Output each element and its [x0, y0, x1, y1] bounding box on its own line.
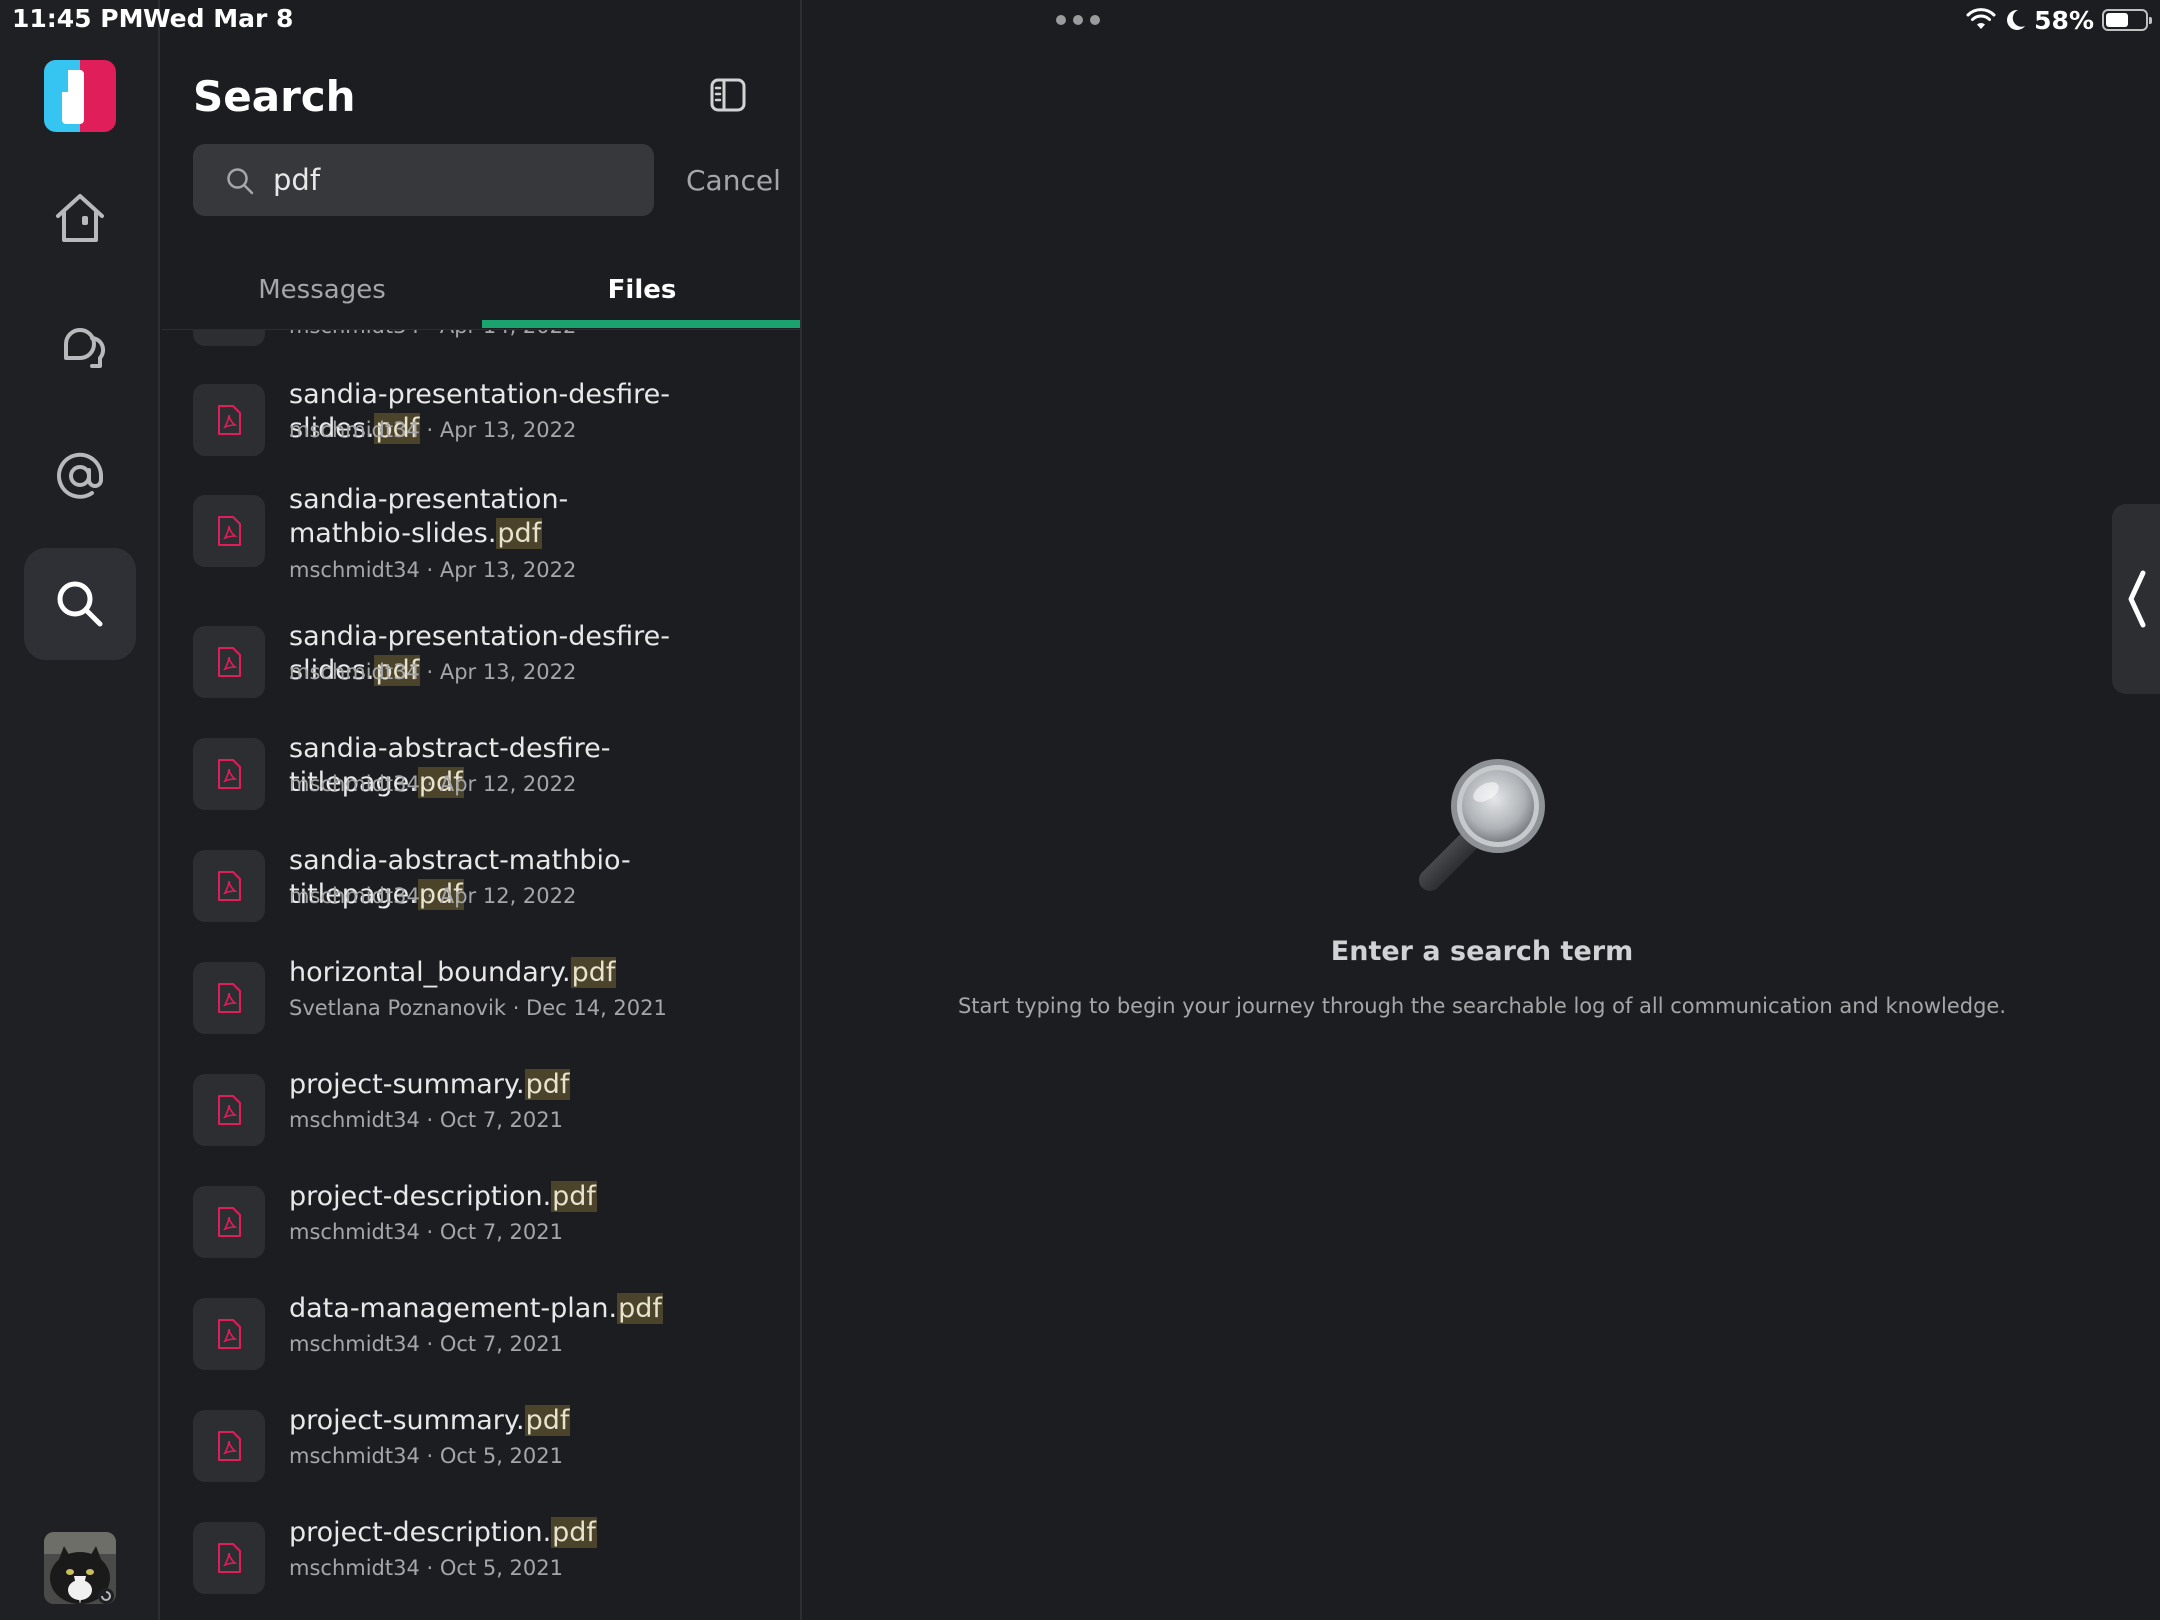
file-name: project-description.pdf — [289, 1516, 779, 1550]
file-meta: mschmidt34 · Apr 12, 2022 — [289, 772, 577, 796]
avatar[interactable] — [44, 1532, 116, 1604]
file-name-base: horizontal_boundary. — [289, 957, 571, 988]
rail-search-button[interactable] — [24, 548, 136, 660]
panel-expand-handle[interactable] — [2112, 504, 2160, 694]
file-meta: mschmidt34 · Oct 5, 2021 — [289, 1556, 563, 1580]
battery-percent: 58% — [2034, 5, 2094, 35]
file-name: project-description.pdf — [289, 1180, 779, 1214]
empty-state-title: Enter a search term — [1330, 936, 1634, 967]
sidebar-toggle-button[interactable] — [710, 78, 746, 112]
search-field[interactable] — [193, 144, 654, 216]
file-meta: mschmidt34 · Oct 5, 2021 — [289, 1444, 563, 1468]
file-name: project-summary.pdf — [289, 1068, 779, 1102]
file-meta: mschmidt34 · Apr 14, 2022 — [289, 330, 576, 338]
rail-mentions-button[interactable] — [24, 420, 136, 532]
tab-files[interactable]: Files — [482, 250, 800, 330]
file-results-list[interactable]: mschmidt34 · Apr 14, 2022 sandia-present… — [162, 330, 800, 1620]
pdf-file-icon — [193, 738, 265, 810]
magnifying-glass-icon — [1419, 759, 1545, 891]
file-meta: mschmidt34 · Oct 7, 2021 — [289, 1108, 563, 1132]
search-input[interactable] — [273, 158, 633, 202]
pdf-file-icon — [193, 1522, 265, 1594]
file-name-match-highlight: pdf — [524, 1405, 571, 1436]
tab-messages[interactable]: Messages — [162, 250, 482, 330]
search-icon — [57, 581, 103, 627]
file-meta: mschmidt34 · Apr 13, 2022 — [289, 558, 577, 582]
file-name-base: project-summary. — [289, 1069, 525, 1100]
main-content: Enter a search term Start typing to begi… — [804, 0, 2160, 1620]
status-date: Wed Mar 8 — [143, 4, 294, 33]
pdf-file-icon — [193, 1298, 265, 1370]
pdf-file-icon — [193, 1410, 265, 1482]
file-name-match-highlight: pdf — [496, 518, 543, 549]
empty-state-description: Start typing to begin your journey throu… — [957, 994, 2007, 1018]
page-title: Search — [193, 72, 356, 121]
file-name-match-highlight: pdf — [570, 957, 617, 988]
status-indicators: 58% — [1966, 4, 2152, 36]
pdf-file-icon — [193, 330, 265, 346]
pdf-file-icon — [193, 1074, 265, 1146]
file-name-base: project-description. — [289, 1517, 552, 1548]
moon-icon — [2007, 9, 2026, 30]
file-name-match-highlight: pdf — [551, 1517, 597, 1548]
file-name-match-highlight: pdf — [551, 1181, 597, 1212]
pdf-file-icon — [193, 495, 265, 567]
pdf-file-icon — [193, 384, 265, 456]
status-time: 11:45 PM — [12, 4, 144, 33]
file-name-base: project-description. — [289, 1181, 552, 1212]
file-meta: mschmidt34 · Oct 7, 2021 — [289, 1332, 563, 1356]
file-meta: Svetlana Poznanovik · Dec 14, 2021 — [289, 996, 667, 1020]
file-name: data-management-plan.pdf — [289, 1292, 779, 1326]
file-name-match-highlight: pdf — [617, 1293, 663, 1324]
file-name-base: project-summary. — [289, 1405, 525, 1436]
sidebar-toggle-icon — [710, 78, 746, 112]
tab-active-indicator — [482, 320, 800, 328]
chevron-left-icon — [2128, 570, 2146, 628]
at-icon — [57, 452, 104, 499]
wifi-icon — [1966, 8, 1996, 29]
file-name-match-highlight: pdf — [524, 1069, 571, 1100]
cancel-button[interactable]: Cancel — [686, 164, 781, 197]
file-name: sandia-presentation-mathbio-slides.pdf — [289, 483, 669, 551]
file-meta: mschmidt34 · Apr 13, 2022 — [289, 660, 577, 684]
search-tabs: Messages Files — [162, 250, 800, 330]
battery-icon — [2102, 9, 2152, 31]
chat-bubbles-icon — [64, 328, 106, 368]
search-icon — [227, 168, 254, 195]
file-name-base: data-management-plan. — [289, 1293, 618, 1324]
workspace-rail — [0, 0, 160, 1620]
file-meta: mschmidt34 · Oct 7, 2021 — [289, 1220, 563, 1244]
pdf-file-icon — [193, 850, 265, 922]
file-name: project-summary.pdf — [289, 1404, 779, 1438]
file-meta: mschmidt34 · Apr 12, 2022 — [289, 884, 577, 908]
pdf-file-icon — [193, 1186, 265, 1258]
file-name: horizontal_boundary.pdf — [289, 956, 779, 990]
pdf-file-icon — [193, 962, 265, 1034]
multitasking-dots-icon[interactable] — [1056, 15, 1100, 25]
home-icon — [56, 194, 104, 242]
status-bar: 11:45 PM Wed Mar 8 58% — [0, 0, 2160, 40]
rail-home-button[interactable] — [24, 162, 136, 274]
pdf-file-icon — [193, 626, 265, 698]
rail-dms-button[interactable] — [24, 292, 136, 404]
file-meta: mschmidt34 · Apr 13, 2022 — [289, 418, 577, 442]
search-panel: Search Cancel Messages Files mschmidt34 … — [162, 0, 802, 1620]
workspace-logo[interactable] — [44, 60, 116, 132]
